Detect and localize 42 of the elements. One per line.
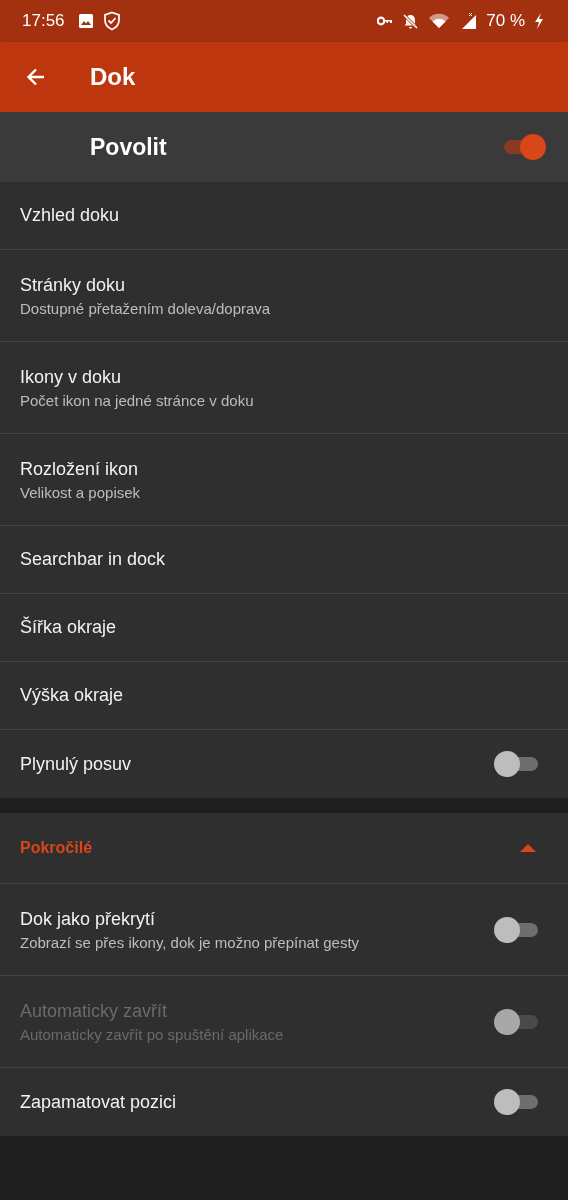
setting-title: Ikony v doku xyxy=(20,366,123,388)
setting-description: Velikost a popisek xyxy=(20,483,141,501)
screen-title: Dok xyxy=(90,63,136,91)
switch-label: Povolit xyxy=(90,133,167,161)
settings-row[interactable]: Ikony v doku Počet ikon na jedné stránce v doku xyxy=(0,342,568,434)
setting-title: Dok jako překrytí xyxy=(20,908,157,930)
clock: 17:56 xyxy=(22,11,65,31)
caret-icon[interactable] xyxy=(520,843,536,853)
setting-title: Stránky doku xyxy=(20,274,127,296)
setting-description: Počet ikon na jedné stránce v doku xyxy=(20,391,254,409)
toggle-switch[interactable] xyxy=(494,1089,538,1115)
settings-row[interactable]: Stránky doku Dostupné přetažením doleva/doprava xyxy=(0,250,568,342)
toggle-switch[interactable] xyxy=(494,751,538,777)
settings-row[interactable]: Dok jako překrytí Zobrazí se přes ikony, dok je možno přepínat gesty xyxy=(0,884,568,976)
bell-off-icon xyxy=(402,12,420,30)
section-title: Pokročilé xyxy=(20,839,93,857)
setting-description: Zobrazí se přes ikony, dok je možno přepínat gesty xyxy=(20,933,360,951)
charging-icon xyxy=(534,12,544,30)
settings-row[interactable]: Searchbar in dock xyxy=(0,526,568,594)
setting-title: Searchbar in dock xyxy=(20,549,166,570)
settings-row[interactable]: Plynulý posuv xyxy=(0,730,568,798)
toggle-switch[interactable] xyxy=(494,916,538,943)
setting-title: Zapamatovat pozici xyxy=(20,1091,177,1113)
setting-description: Automaticky zavřít po spuštění aplikace xyxy=(20,1025,284,1043)
settings-row[interactable]: Vzhled doku xyxy=(0,182,568,250)
setting-title: Vzhled doku xyxy=(20,205,120,226)
setting-description: Dostupné přetažením doleva/doprava xyxy=(20,299,271,317)
setting-title: Výška okraje xyxy=(20,685,124,706)
setting-title: Automaticky zavřít xyxy=(20,1000,169,1022)
setting-title: Plynulý posuv xyxy=(20,753,132,775)
master-switch-bar[interactable]: Povolit xyxy=(0,112,568,182)
settings-row[interactable]: Rozložení ikon Velikost a popisek xyxy=(0,434,568,526)
key-icon xyxy=(377,16,394,26)
battery-level: 70 % xyxy=(486,11,525,31)
shield-icon xyxy=(102,11,121,31)
wifi-icon xyxy=(428,13,451,29)
image-icon xyxy=(77,13,94,29)
setting-title: Šířka okraje xyxy=(20,617,117,638)
settings-row[interactable]: Výška okraje xyxy=(0,662,568,730)
settings-row[interactable]: Šířka okraje xyxy=(0,594,568,662)
setting-title: Rozložení ikon xyxy=(20,458,140,480)
settings-row[interactable]: Zapamatovat pozici xyxy=(0,1068,568,1136)
